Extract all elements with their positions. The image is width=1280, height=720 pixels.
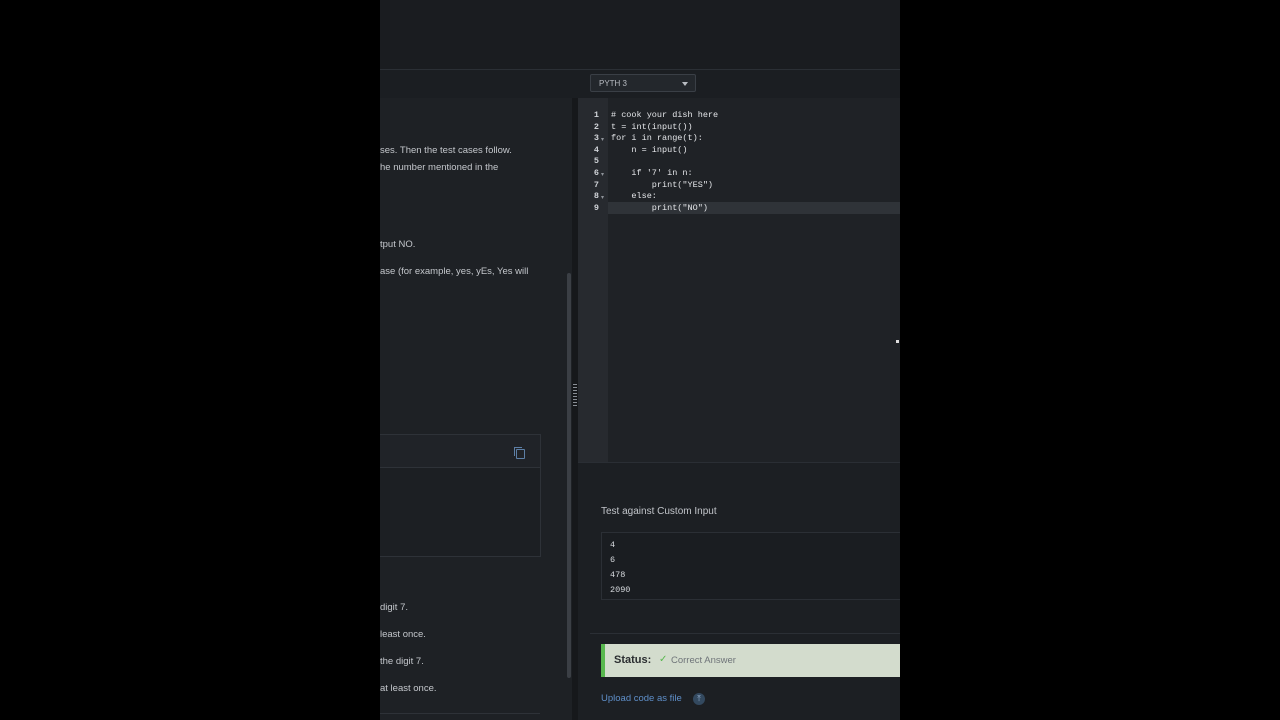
drag-handle-icon[interactable] (573, 384, 577, 406)
line-number: 1 (593, 110, 599, 120)
code-editor[interactable]: 1 2 3 4 5 6 7 8 9 ▾ ▾ ▾ # cook your dish… (578, 98, 900, 462)
status-value: Correct Answer (671, 655, 736, 666)
divider (380, 713, 540, 714)
language-select[interactable]: PYTH 3 (590, 74, 696, 92)
code-line[interactable]: t = int(input()) (611, 122, 693, 132)
sample-input-header (380, 435, 540, 468)
fold-arrow-icon[interactable]: ▾ (601, 136, 604, 143)
code-line[interactable]: for i in range(t): (611, 133, 703, 143)
fold-arrow-icon[interactable]: ▾ (601, 194, 604, 201)
fold-arrow-icon[interactable]: ▾ (601, 171, 604, 178)
problem-text-line: tput NO. (380, 239, 416, 250)
code-line[interactable]: n = input() (611, 145, 687, 155)
run-panel: Test against Custom Input 4 6 478 2090 S… (578, 462, 900, 720)
line-number: 8 (593, 191, 599, 201)
app-window: PYTH 3 ses. Then the test cases follow. … (380, 0, 900, 720)
line-number: 4 (593, 145, 599, 155)
line-number: 3 (593, 133, 599, 143)
problem-text-line: he number mentioned in the (380, 162, 499, 173)
line-number: 6 (593, 168, 599, 178)
mouse-cursor (896, 340, 899, 343)
custom-input-value: 2090 (610, 585, 631, 595)
check-icon: ✓ (659, 654, 668, 665)
code-line[interactable]: else: (611, 191, 657, 201)
code-line[interactable]: print("YES") (611, 180, 713, 190)
custom-input-value: 4 (610, 540, 616, 550)
upload-icon[interactable]: ⤒ (693, 693, 705, 705)
line-number: 5 (593, 156, 599, 166)
explanation-line: least once. (380, 629, 426, 640)
line-number: 2 (593, 122, 599, 132)
line-number: 9 (593, 203, 599, 213)
chevron-down-icon (682, 82, 688, 86)
custom-input-value: 6 (610, 555, 616, 565)
language-select-value: PYTH 3 (599, 79, 628, 88)
explanation-line: the digit 7. (380, 656, 424, 667)
upload-code-link[interactable]: Upload code as file (601, 693, 682, 704)
status-label: Status: (614, 654, 652, 666)
problem-statement-panel: ses. Then the test cases follow. he numb… (380, 98, 578, 720)
code-line[interactable]: if '7' in n: (611, 168, 692, 178)
problem-scrollbar[interactable] (567, 273, 571, 678)
custom-input-field[interactable]: 4 6 478 2090 (601, 532, 900, 600)
copy-icon[interactable] (514, 447, 525, 459)
top-header-bar (380, 0, 900, 70)
problem-text-line: ses. Then the test cases follow. (380, 145, 512, 156)
code-line[interactable]: print("NO") (611, 203, 708, 213)
sample-input-box (380, 434, 541, 557)
custom-input-title: Test against Custom Input (601, 506, 717, 517)
problem-text-line: ase (for example, yes, yEs, Yes will (380, 266, 529, 277)
explanation-line: at least once. (380, 683, 437, 694)
status-banner: Status: ✓ Correct Answer (601, 644, 900, 677)
line-number-gutter: 1 2 3 4 5 6 7 8 9 ▾ ▾ ▾ (578, 98, 608, 462)
line-number: 7 (593, 180, 599, 190)
explanation-line: digit 7. (380, 602, 408, 613)
code-line[interactable]: # cook your dish here (611, 110, 718, 120)
custom-input-value: 478 (610, 570, 626, 580)
